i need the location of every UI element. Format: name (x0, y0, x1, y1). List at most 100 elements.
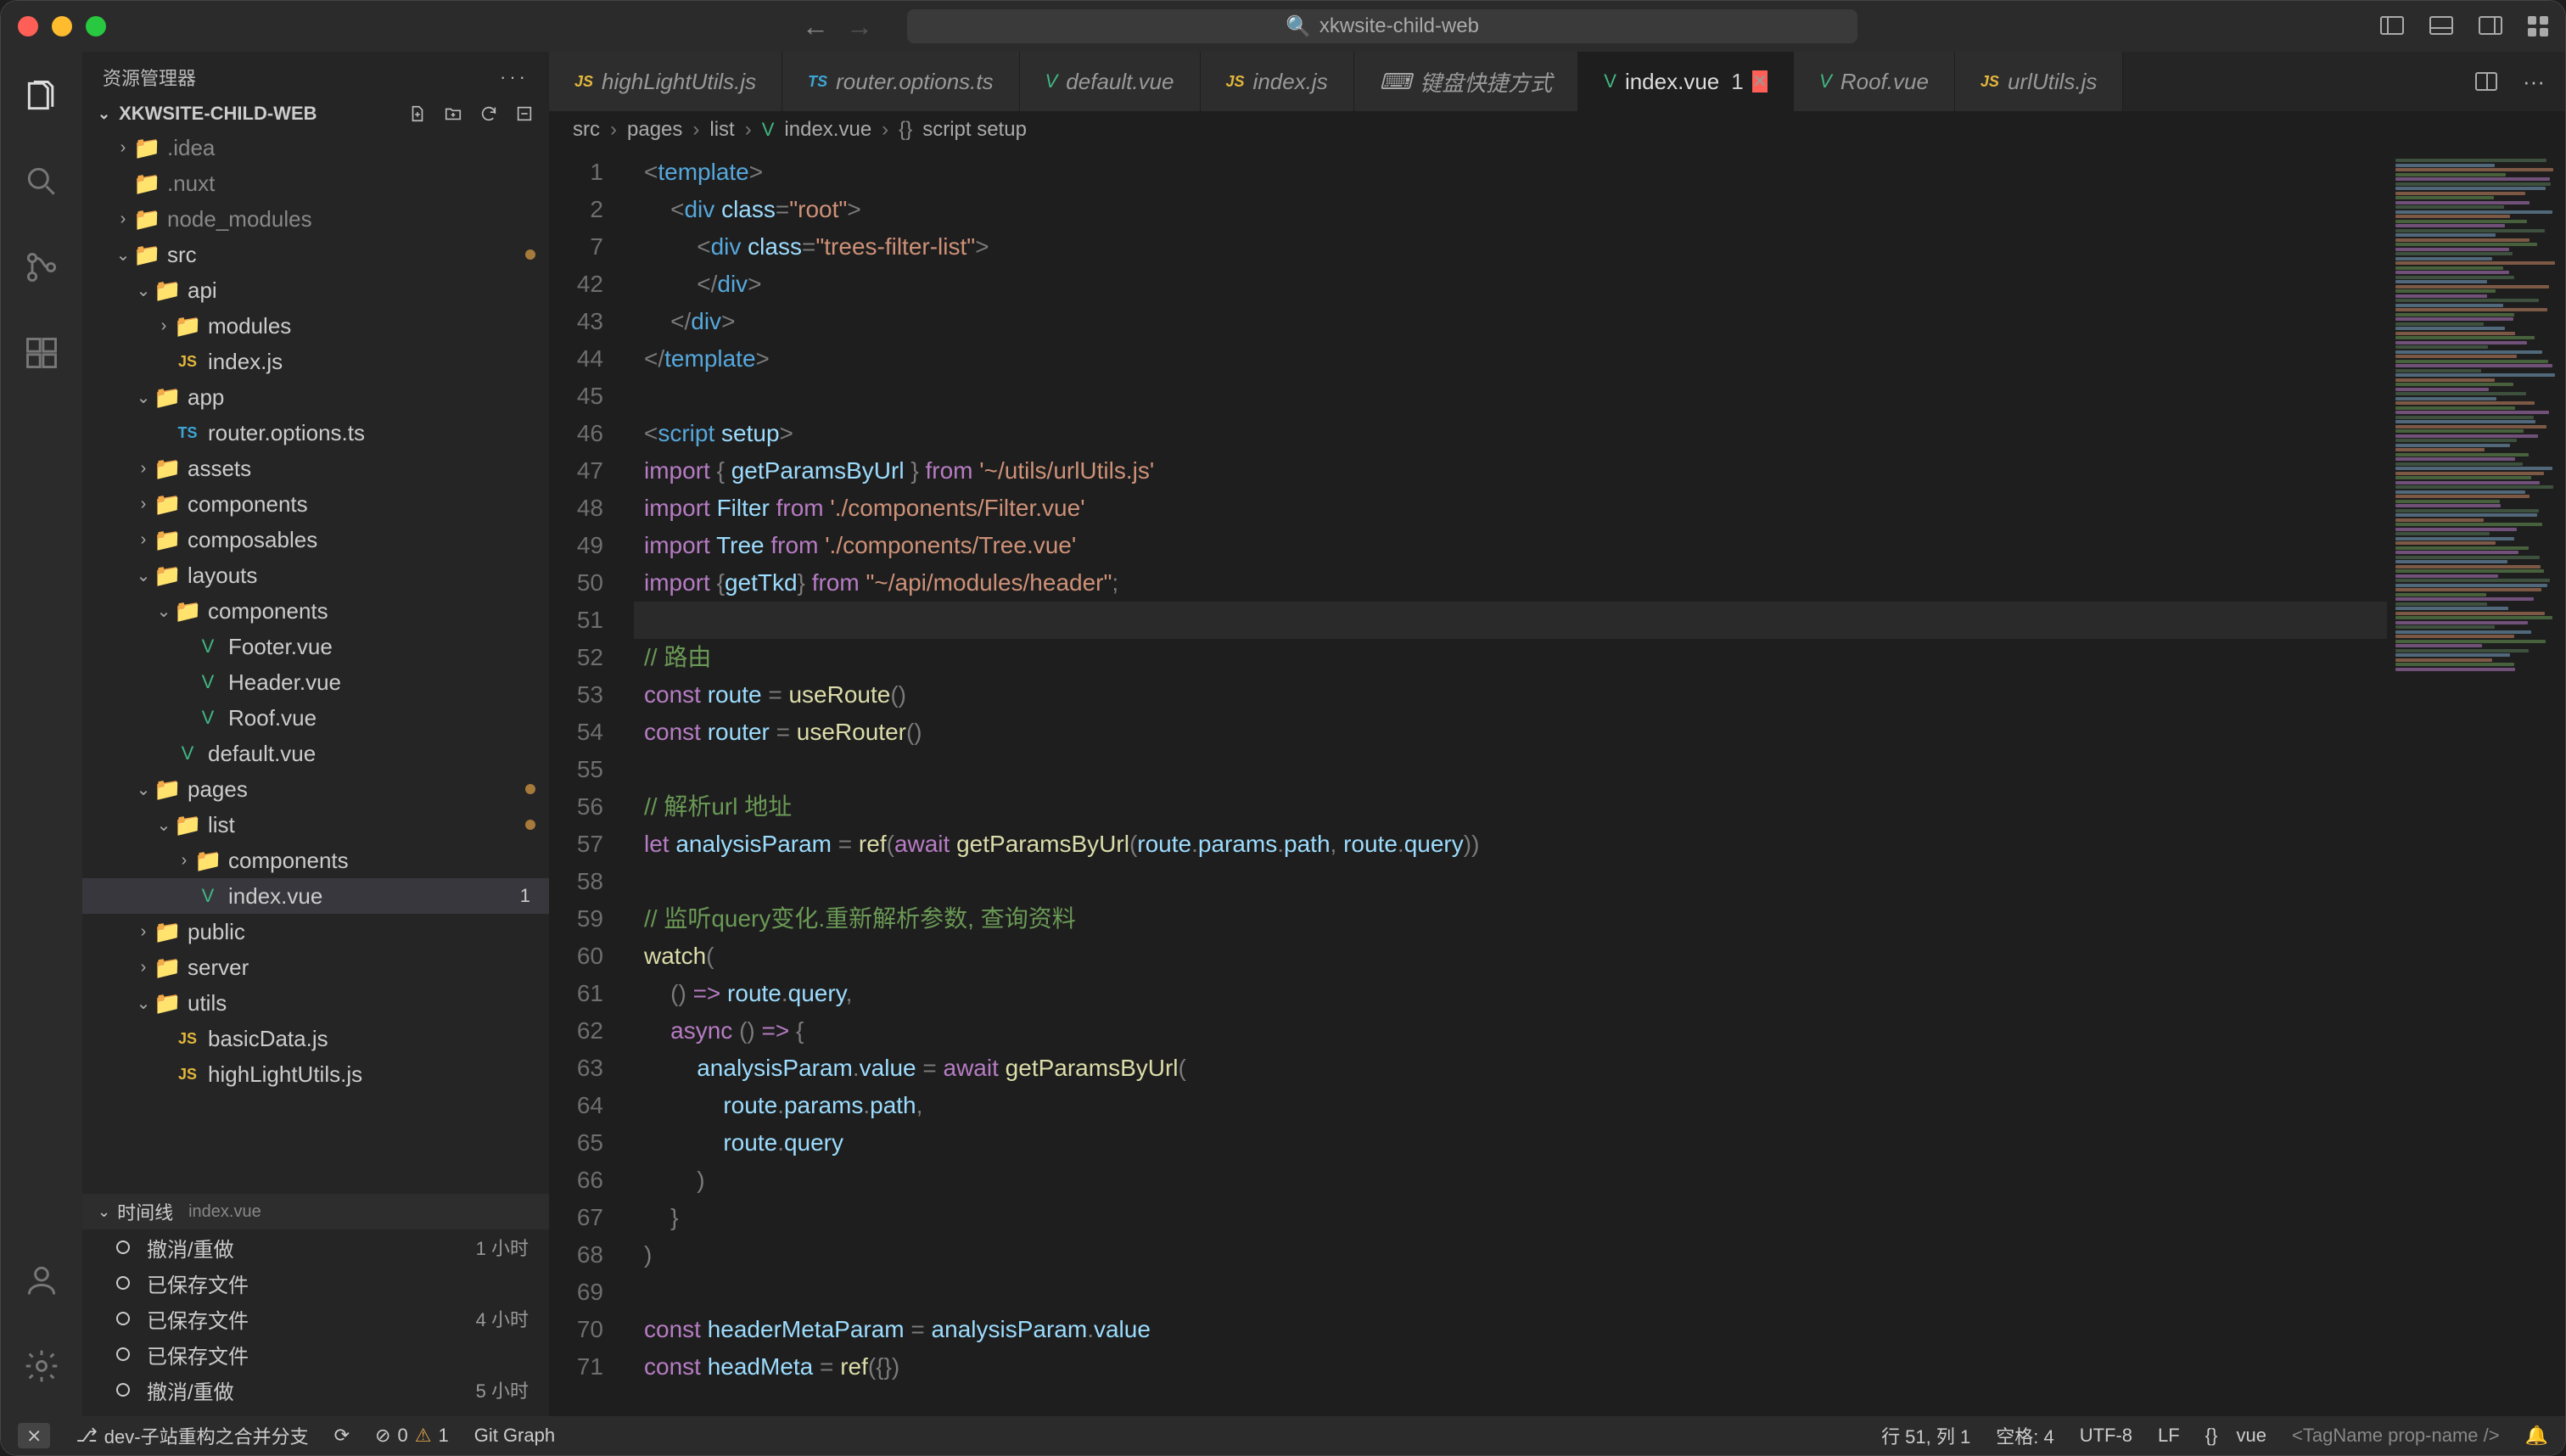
tree-item-label: basicData.js (208, 1026, 535, 1052)
tree-item[interactable]: ›📁assets (82, 451, 549, 486)
folder-icon: 📁 (174, 812, 201, 838)
file-type-icon: V (1045, 70, 1058, 92)
window-maximize[interactable] (86, 16, 106, 36)
timeline-item[interactable]: 已保存文件4 小时 (82, 1301, 549, 1336)
tree-item[interactable]: ›📁.idea (82, 130, 549, 165)
tree-item[interactable]: ⌄📁layouts (82, 557, 549, 593)
layout-grid-icon[interactable] (2528, 16, 2548, 36)
editor-tab[interactable]: Vdefault.vue (1020, 52, 1201, 111)
editor-tab[interactable]: JShighLightUtils.js (549, 52, 782, 111)
project-header[interactable]: ⌄ XKWSITE-CHILD-WEB (82, 98, 549, 130)
activity-settings[interactable] (23, 1347, 60, 1391)
editor-tab[interactable]: ⌨键盘快捷方式 (1354, 52, 1579, 111)
git-graph-button[interactable]: Git Graph (474, 1425, 555, 1447)
folder-icon: 📁 (154, 919, 181, 945)
tab-close[interactable]: ✕ (1752, 70, 1768, 92)
tree-item-label: Footer.vue (228, 634, 535, 660)
tag-hint: <TagName prop-name /> (2292, 1425, 2500, 1447)
breadcrumbs[interactable]: src› pages› list› V index.vue› {} script… (549, 111, 2565, 148)
language-button[interactable]: {} vue (2205, 1425, 2266, 1447)
timeline-item[interactable]: 已保存文件 (82, 1265, 549, 1301)
new-file-icon[interactable] (408, 104, 427, 123)
branch-button[interactable]: ⎇dev-子站重构之合并分支 (76, 1422, 308, 1449)
nav-forward[interactable]: → (846, 11, 873, 42)
editor-tab[interactable]: JSindex.js (1201, 52, 1354, 111)
window-close[interactable] (18, 16, 38, 36)
tree-item[interactable]: ⌄📁list (82, 807, 549, 843)
tree-item[interactable]: ›📁modules (82, 308, 549, 344)
split-editor-icon[interactable] (2475, 72, 2497, 91)
folder-icon: 📁 (154, 277, 181, 304)
tree-item[interactable]: VHeader.vue (82, 664, 549, 700)
folder-icon: 📁 (133, 206, 160, 232)
tree-item[interactable]: Vdefault.vue (82, 736, 549, 771)
tree-item-label: components (228, 848, 535, 874)
editor-tabs: JShighLightUtils.jsTSrouter.options.tsVd… (549, 52, 2565, 111)
remote-button[interactable]: ⨯ (18, 1423, 50, 1448)
tree-item[interactable]: ›📁components (82, 843, 549, 878)
tree-item[interactable]: JSindex.js (82, 344, 549, 379)
eol-button[interactable]: LF (2158, 1425, 2180, 1447)
tree-item[interactable]: Vindex.vue1 (82, 878, 549, 914)
collapse-icon[interactable] (515, 104, 534, 123)
vue-icon: V (194, 671, 221, 693)
tree-item[interactable]: ⌄📁pages (82, 771, 549, 807)
tree-item[interactable]: ⌄📁src (82, 237, 549, 272)
tree-item[interactable]: ⌄📁app (82, 379, 549, 415)
tree-item-label: highLightUtils.js (208, 1061, 535, 1088)
folder-icon: 📁 (133, 171, 160, 197)
activity-account[interactable] (23, 1262, 60, 1305)
tab-label: index.js (1253, 69, 1328, 95)
layout-sidebar-right-icon[interactable] (2479, 16, 2502, 35)
tree-item[interactable]: ›📁public (82, 914, 549, 949)
code-content[interactable]: <template> <div class="root"> <div class… (634, 148, 2387, 1416)
encoding-button[interactable]: UTF-8 (2080, 1425, 2132, 1447)
timeline-item[interactable]: 已保存文件 (82, 1336, 549, 1372)
activity-search[interactable] (23, 163, 60, 206)
tree-item[interactable]: VFooter.vue (82, 629, 549, 664)
tree-item[interactable]: ⌄📁api (82, 272, 549, 308)
notifications[interactable]: 🔔 (2525, 1425, 2548, 1447)
command-center[interactable]: 🔍 xkwsite-child-web (907, 9, 1857, 43)
indent-button[interactable]: 空格: 4 (1996, 1422, 2053, 1449)
timeline-item[interactable]: 撤消/重做5 小时 (82, 1372, 549, 1408)
tree-item[interactable]: ›📁server (82, 949, 549, 985)
editor[interactable]: 1274243444546474849505152535455565758596… (549, 148, 2565, 1416)
folder-icon: 📁 (133, 242, 160, 268)
file-type-icon: ⌨ (1380, 69, 1412, 95)
tree-item[interactable]: JShighLightUtils.js (82, 1056, 549, 1092)
nav-back[interactable]: ← (802, 11, 829, 42)
editor-tab[interactable]: TSrouter.options.ts (782, 52, 1019, 111)
tree-item[interactable]: 📁.nuxt (82, 165, 549, 201)
tab-label: Roof.vue (1840, 69, 1929, 95)
tree-item[interactable]: ›📁components (82, 486, 549, 522)
minimap[interactable] (2387, 154, 2565, 1416)
timeline-item[interactable]: 撤消/重做1 小时 (82, 1229, 549, 1265)
cursor-position[interactable]: 行 51, 列 1 (1881, 1422, 1970, 1449)
tree-item[interactable]: JSbasicData.js (82, 1021, 549, 1056)
tree-item[interactable]: ›📁node_modules (82, 201, 549, 237)
tree-item[interactable]: TSrouter.options.ts (82, 415, 549, 451)
tree-item-label: Roof.vue (228, 705, 535, 731)
file-type-icon: JS (574, 73, 593, 91)
timeline-header[interactable]: ⌄ 时间线 index.vue (82, 1194, 549, 1229)
layout-panel-icon[interactable] (2429, 16, 2453, 35)
activity-explorer[interactable] (23, 77, 60, 120)
editor-tab[interactable]: VRoof.vue (1794, 52, 1955, 111)
tree-item[interactable]: ⌄📁utils (82, 985, 549, 1021)
problems-button[interactable]: ⊘0 ⚠1 (375, 1425, 449, 1447)
layout-sidebar-left-icon[interactable] (2380, 16, 2404, 35)
sync-button[interactable]: ⟳ (334, 1425, 350, 1447)
window-minimize[interactable] (52, 16, 72, 36)
tab-more[interactable]: ··· (2523, 69, 2545, 95)
tree-item[interactable]: ⌄📁components (82, 593, 549, 629)
editor-tab[interactable]: Vindex.vue1✕ (1578, 52, 1794, 111)
explorer-more[interactable]: ··· (500, 66, 529, 88)
refresh-icon[interactable] (479, 104, 498, 123)
tree-item[interactable]: ›📁composables (82, 522, 549, 557)
activity-scm[interactable] (23, 249, 60, 292)
editor-tab[interactable]: JSurlUtils.js (1955, 52, 2123, 111)
tree-item[interactable]: VRoof.vue (82, 700, 549, 736)
new-folder-icon[interactable] (444, 104, 462, 123)
activity-extensions[interactable] (23, 334, 60, 378)
